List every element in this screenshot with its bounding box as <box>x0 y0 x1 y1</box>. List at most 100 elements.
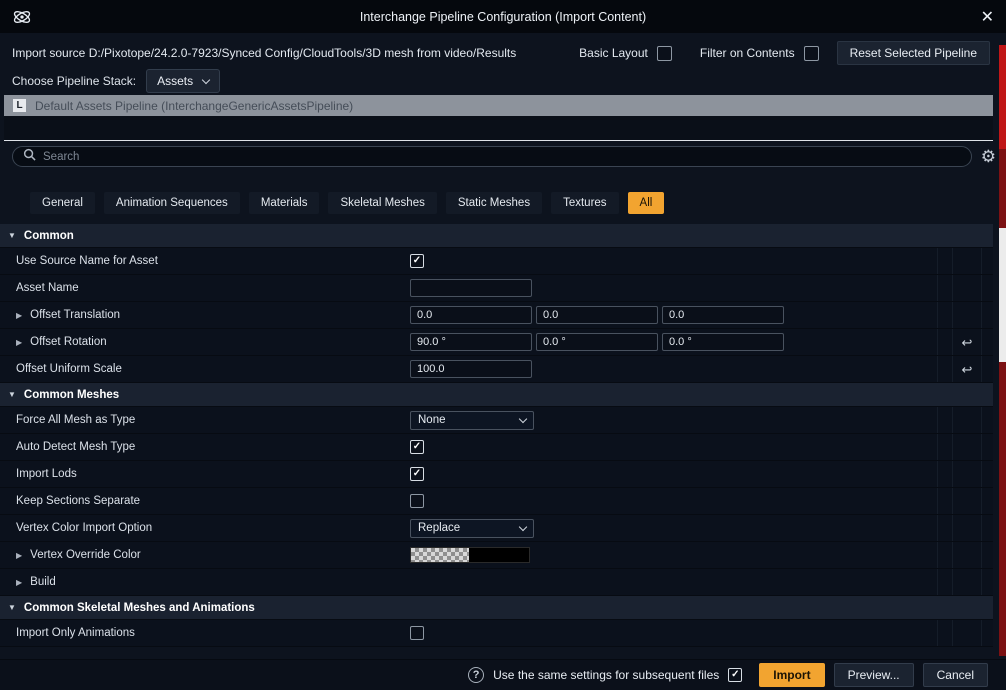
property-row: Asset Name <box>0 275 993 302</box>
property-row: Use Source Name for Asset ✓ <box>0 248 993 275</box>
property-label: Keep Sections Separate <box>0 488 410 514</box>
cancel-button[interactable]: Cancel <box>923 663 988 687</box>
chevron-down-icon <box>519 522 527 530</box>
property-row: Keep Sections Separate <box>0 488 993 515</box>
property-row: ▶ Vertex Override Color <box>0 542 993 569</box>
preview-button[interactable]: Preview... <box>834 663 914 687</box>
expander-arrow-icon[interactable]: ▶ <box>16 551 22 560</box>
property-label: Use Source Name for Asset <box>0 248 410 274</box>
checkmark-icon: ✓ <box>413 256 421 266</box>
details-panel: ▼ Common Use Source Name for Asset ✓ Ass… <box>0 224 993 647</box>
tab-textures[interactable]: Textures <box>551 192 618 214</box>
property-label: Vertex Color Import Option <box>0 515 410 541</box>
offset-translation-x-input[interactable] <box>410 306 532 324</box>
property-row: Import Lods ✓ <box>0 461 993 488</box>
pipeline-stack-row: Choose Pipeline Stack: Assets <box>12 69 220 93</box>
property-row: Import Only Animations <box>0 620 993 647</box>
tab-static-meshes[interactable]: Static Meshes <box>446 192 542 214</box>
import-only-animations-checkbox[interactable] <box>410 626 424 640</box>
property-label: Auto Detect Mesh Type <box>0 434 410 460</box>
offset-rotation-x-input[interactable] <box>410 333 532 351</box>
offset-rotation-y-input[interactable] <box>536 333 658 351</box>
tab-animation-sequences[interactable]: Animation Sequences <box>104 192 240 214</box>
keep-sections-separate-checkbox[interactable] <box>410 494 424 508</box>
tab-materials[interactable]: Materials <box>249 192 320 214</box>
property-label: Import Only Animations <box>0 620 410 646</box>
tab-skeletal-meshes[interactable]: Skeletal Meshes <box>328 192 436 214</box>
property-row: Vertex Color Import Option Replace <box>0 515 993 542</box>
gear-icon[interactable]: ⚙ <box>981 148 996 165</box>
offset-rotation-z-input[interactable] <box>662 333 784 351</box>
choose-pipeline-stack-label: Choose Pipeline Stack: <box>12 74 136 88</box>
expander-arrow-icon[interactable]: ▶ <box>16 311 22 320</box>
footer-bar: ? Use the same settings for subsequent f… <box>0 659 1006 690</box>
scrollbar-thumb[interactable] <box>999 228 1006 362</box>
subsequent-files-checkbox[interactable]: ✓ <box>728 668 742 682</box>
color-solid-half <box>469 548 529 562</box>
import-source-path: Import source D:/Pixotope/24.2.0-7923/Sy… <box>12 46 516 60</box>
filter-on-contents-checkbox[interactable] <box>804 46 819 61</box>
pipeline-stack-dropdown[interactable]: Assets <box>146 69 220 93</box>
window-title: Interchange Pipeline Configuration (Impo… <box>0 10 1006 24</box>
category-header-common-skeletal[interactable]: ▼ Common Skeletal Meshes and Animations <box>0 596 993 620</box>
category-tabs: General Animation Sequences Materials Sk… <box>30 192 664 214</box>
tab-general[interactable]: General <box>30 192 95 214</box>
use-source-name-checkbox[interactable]: ✓ <box>410 254 424 268</box>
property-label: Offset Uniform Scale <box>0 356 410 382</box>
property-label: Import Lods <box>0 461 410 487</box>
property-row: ▶ Offset Translation <box>0 302 993 329</box>
import-lods-checkbox[interactable]: ✓ <box>410 467 424 481</box>
checkmark-icon: ✓ <box>731 670 739 680</box>
pipeline-item-label: Default Assets Pipeline (InterchangeGene… <box>35 99 353 113</box>
import-toolbar: Import source D:/Pixotope/24.2.0-7923/Sy… <box>12 40 990 66</box>
reset-to-default-button[interactable]: ↩ <box>962 363 973 376</box>
close-icon[interactable]: ✕ <box>981 7 994 27</box>
tab-all[interactable]: All <box>628 192 665 214</box>
chevron-down-icon: ▼ <box>8 231 16 240</box>
expander-arrow-icon[interactable]: ▶ <box>16 578 22 587</box>
offset-translation-z-input[interactable] <box>662 306 784 324</box>
property-row: Offset Uniform Scale ↩ <box>0 356 993 383</box>
search-icon <box>23 148 36 166</box>
reset-to-default-button[interactable]: ↩ <box>962 336 973 349</box>
vertex-color-import-option-dropdown[interactable]: Replace <box>410 519 534 538</box>
reset-selected-pipeline-button[interactable]: Reset Selected Pipeline <box>837 41 990 65</box>
property-row: Force All Mesh as Type None <box>0 407 993 434</box>
expander-arrow-icon[interactable]: ▶ <box>16 338 22 347</box>
subsequent-files-label: Use the same settings for subsequent fil… <box>493 668 719 682</box>
basic-layout-checkbox[interactable] <box>657 46 672 61</box>
chevron-down-icon: ▼ <box>8 603 16 612</box>
title-bar: Interchange Pipeline Configuration (Impo… <box>0 0 1006 33</box>
property-label: Force All Mesh as Type <box>0 407 410 433</box>
vertex-override-color-swatch[interactable] <box>410 547 530 563</box>
property-label: Asset Name <box>0 275 410 301</box>
chevron-down-icon <box>519 414 527 422</box>
checkmark-icon: ✓ <box>413 469 421 479</box>
app-logo-icon <box>12 7 32 27</box>
search-input[interactable] <box>43 151 961 163</box>
offset-uniform-scale-input[interactable] <box>410 360 532 378</box>
property-label: ▶ Vertex Override Color <box>0 542 410 568</box>
offset-translation-y-input[interactable] <box>536 306 658 324</box>
force-mesh-type-dropdown[interactable]: None <box>410 411 534 430</box>
property-label: ▶ Offset Rotation <box>0 329 410 355</box>
filter-on-contents-label: Filter on Contents <box>700 46 795 60</box>
category-header-common[interactable]: ▼ Common <box>0 224 993 248</box>
category-header-common-meshes[interactable]: ▼ Common Meshes <box>0 383 993 407</box>
alpha-checkerboard <box>411 548 469 562</box>
help-icon[interactable]: ? <box>468 667 484 683</box>
pipeline-list: L Default Assets Pipeline (InterchangeGe… <box>4 95 993 141</box>
vertical-scrollbar[interactable] <box>999 45 1006 656</box>
pipeline-icon: L <box>13 99 26 112</box>
chevron-down-icon: ▼ <box>8 390 16 399</box>
basic-layout-label: Basic Layout <box>579 46 648 60</box>
property-label: ▶ Offset Translation <box>0 302 410 328</box>
search-row: ⚙ <box>12 146 996 167</box>
auto-detect-mesh-type-checkbox[interactable]: ✓ <box>410 440 424 454</box>
asset-name-input[interactable] <box>410 279 532 297</box>
property-row: ▶ Offset Rotation ↩ <box>0 329 993 356</box>
pipeline-list-item-selected[interactable]: L Default Assets Pipeline (InterchangeGe… <box>4 95 993 116</box>
search-box[interactable] <box>12 146 972 167</box>
scrollbar-track-highlight <box>999 45 1006 149</box>
import-button[interactable]: Import <box>759 663 824 687</box>
